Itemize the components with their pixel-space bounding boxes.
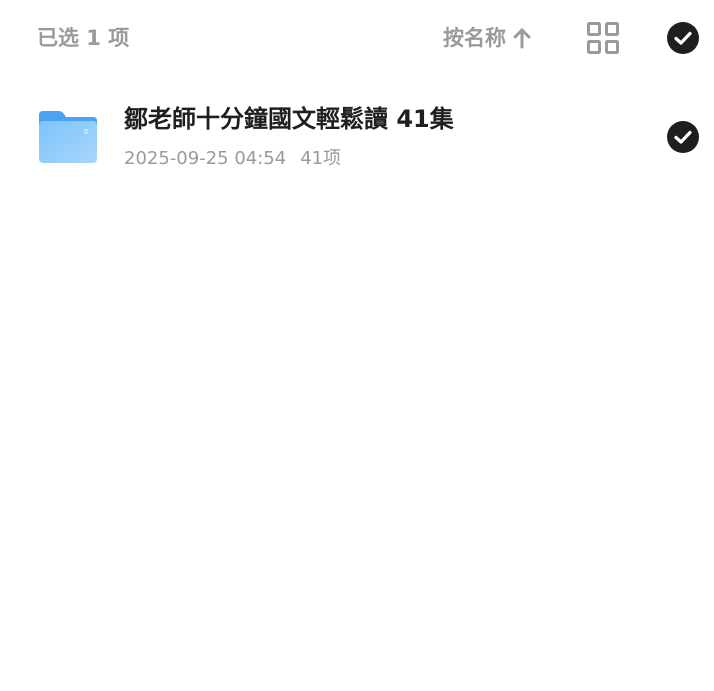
file-name: 鄒老師十分鐘國文輕鬆讀 41集 <box>124 105 454 133</box>
select-all-check-circle-icon[interactable] <box>666 21 700 55</box>
grid-view-icon[interactable] <box>586 21 620 55</box>
arrow-up-icon <box>512 26 532 50</box>
folder-icon <box>37 109 99 165</box>
file-date: 2025-09-25 04:54 <box>124 148 287 169</box>
selection-toolbar: 已选 1 项 按名称 <box>0 0 714 78</box>
file-item-count: 41项 <box>300 148 342 169</box>
file-list-item[interactable]: 鄒老師十分鐘國文輕鬆讀 41集 2025-09-25 04:54 41项 <box>0 90 714 186</box>
selected-count-label: 已选 1 项 <box>37 26 130 50</box>
item-check-circle-icon[interactable] <box>666 120 700 154</box>
sort-label: 按名称 <box>443 26 506 50</box>
sort-by-name-button[interactable]: 按名称 <box>443 22 532 54</box>
file-meta: 2025-09-25 04:54 41项 <box>124 146 341 172</box>
